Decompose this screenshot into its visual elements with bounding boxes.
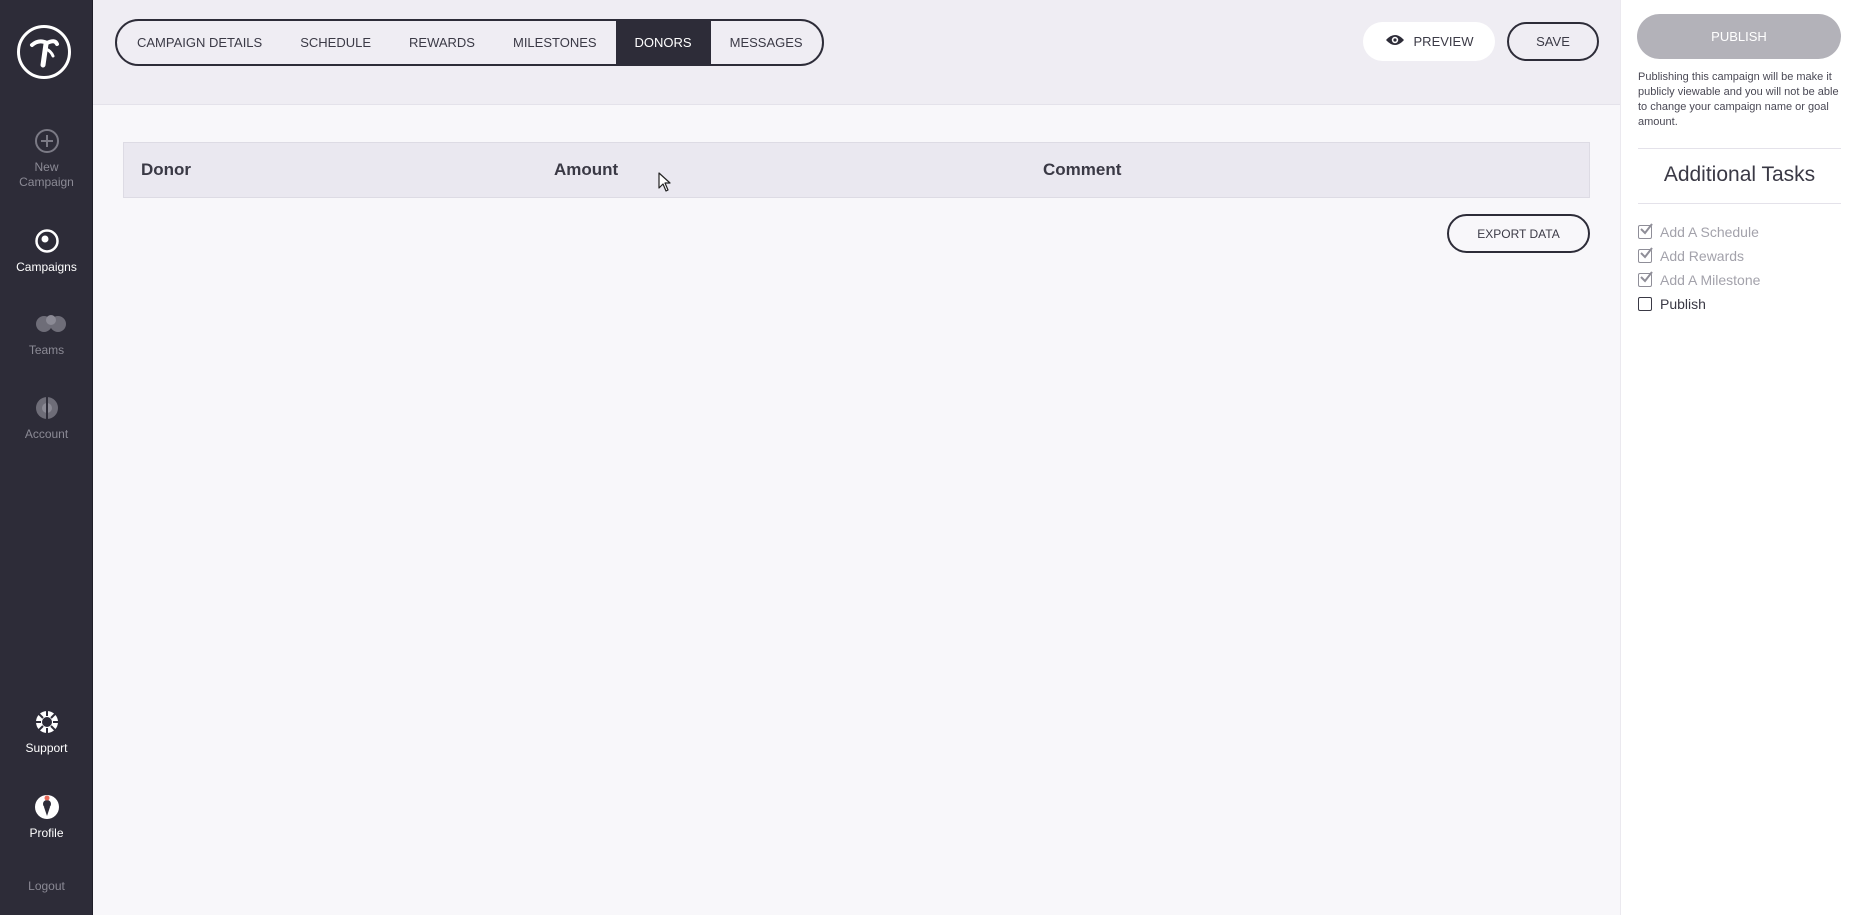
preview-button[interactable]: PREVIEW [1363, 22, 1495, 61]
checkbox-checked-icon[interactable] [1638, 223, 1653, 239]
column-header-amount[interactable]: Amount [554, 143, 618, 197]
sidebar-item-new-campaign[interactable]: New Campaign [0, 128, 93, 190]
tab-donors[interactable]: DONORS [615, 21, 711, 64]
task-label: Add Rewards [1660, 248, 1745, 264]
logout-link[interactable]: Logout [0, 879, 93, 893]
publish-button[interactable]: PUBLISH [1637, 14, 1841, 59]
app-root: New Campaign Campaigns Teams Account Sup [0, 0, 1863, 915]
profile-icon [34, 794, 60, 820]
additional-tasks-title: Additional Tasks [1663, 163, 1816, 186]
task-add-schedule[interactable]: Add A Schedule [1638, 223, 1759, 240]
sidebar-item-label: Profile [29, 826, 64, 840]
checkbox-checked-icon[interactable] [1638, 271, 1653, 287]
tab-messages[interactable]: MESSAGES [711, 21, 822, 64]
sidebar-item-label: Teams [28, 343, 65, 357]
mouse-cursor-icon [658, 172, 671, 192]
task-publish[interactable]: Publish [1638, 296, 1706, 312]
support-icon [34, 709, 60, 735]
tab-schedule[interactable]: SCHEDULE [281, 21, 390, 64]
divider [1638, 203, 1841, 204]
right-panel: PUBLISH Publishing this campaign will be… [1620, 0, 1863, 915]
thrivable-logo-icon[interactable] [17, 25, 71, 79]
sidebar-item-label: Campaigns [16, 260, 77, 274]
sidebar-item-profile[interactable]: Profile [0, 794, 93, 841]
task-label: Publish [1660, 296, 1706, 312]
divider [1638, 148, 1841, 149]
column-header-donor[interactable]: Donor [141, 143, 191, 197]
export-data-button[interactable]: EXPORT DATA [1447, 214, 1590, 253]
task-label: Add A Schedule [1660, 224, 1759, 240]
sidebar-item-campaigns[interactable]: Campaigns [0, 228, 93, 275]
column-header-comment[interactable]: Comment [1043, 143, 1121, 197]
target-icon [34, 228, 60, 254]
task-label: Add A Milestone [1660, 272, 1761, 288]
task-add-rewards[interactable]: Add Rewards [1638, 247, 1745, 264]
tab-campaign-details[interactable]: CAMPAIGN DETAILS [117, 21, 281, 64]
publish-note: Publishing this campaign will be make it… [1638, 71, 1839, 128]
sidebar-item-label: New Campaign [19, 160, 74, 189]
team-icon [34, 311, 66, 337]
preview-label: PREVIEW [1413, 34, 1474, 49]
plus-circle-icon [34, 128, 60, 154]
eye-icon [1385, 33, 1405, 50]
top-bar: CAMPAIGN DETAILS SCHEDULE REWARDS MILEST… [93, 0, 1620, 105]
donors-table-header: Donor Amount Comment [123, 142, 1590, 198]
task-add-milestone[interactable]: Add A Milestone [1638, 271, 1761, 288]
sidebar: New Campaign Campaigns Teams Account Sup [0, 0, 93, 915]
sidebar-item-support[interactable]: Support [0, 709, 93, 756]
tab-rewards[interactable]: REWARDS [390, 21, 494, 64]
sidebar-item-label: Account [24, 427, 69, 441]
checkbox-unchecked-icon[interactable] [1638, 297, 1652, 311]
campaign-tabs: CAMPAIGN DETAILS SCHEDULE REWARDS MILEST… [115, 19, 824, 66]
checkbox-checked-icon[interactable] [1638, 247, 1653, 263]
tab-milestones[interactable]: MILESTONES [494, 21, 616, 64]
sidebar-item-label: Support [25, 741, 68, 755]
sidebar-item-teams[interactable]: Teams [0, 311, 93, 358]
save-button[interactable]: SAVE [1507, 22, 1599, 61]
account-icon [34, 395, 60, 421]
sidebar-item-account[interactable]: Account [0, 395, 93, 442]
